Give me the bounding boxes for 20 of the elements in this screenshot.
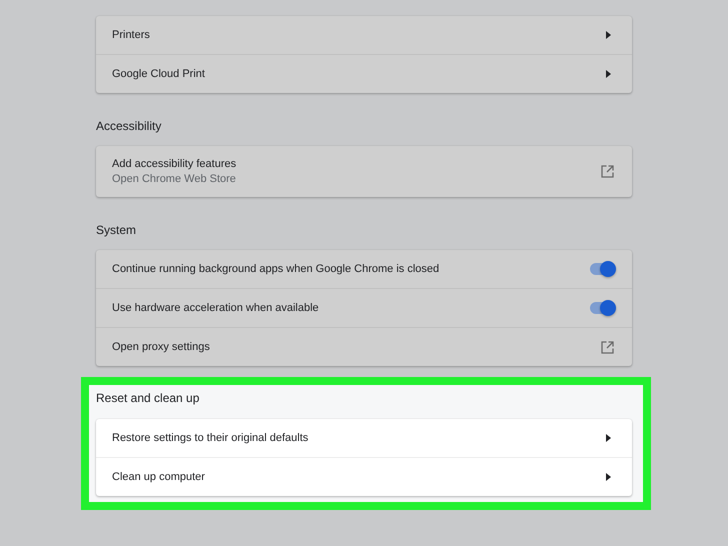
row-label: Clean up computer: [112, 471, 206, 483]
row-sublabel: Open Chrome Web Store: [112, 173, 237, 185]
external-link-icon[interactable]: [601, 165, 614, 178]
row-label: Open proxy settings: [112, 341, 211, 353]
row-label: Google Cloud Print: [112, 68, 206, 80]
arrow-right-icon[interactable]: [606, 473, 611, 481]
row-label: Restore settings to their original defaults: [112, 432, 310, 444]
arrow-right-icon[interactable]: [606, 434, 611, 442]
external-link-icon[interactable]: [601, 340, 614, 354]
row-label: Add accessibility features: [112, 158, 238, 170]
arrow-right-icon[interactable]: [606, 31, 611, 39]
arrow-right-icon[interactable]: [606, 70, 611, 78]
section-heading: System: [96, 222, 136, 239]
toggle-switch[interactable]: [590, 261, 616, 277]
section-heading: Accessibility: [96, 118, 162, 135]
row-label: Printers: [112, 29, 151, 41]
row-label: Use hardware acceleration when available: [112, 302, 320, 314]
row-label: Continue running background apps when Google Chrome is closed: [112, 263, 440, 275]
toggle-switch[interactable]: [590, 300, 616, 316]
section-heading: Reset and clean up: [96, 390, 200, 407]
